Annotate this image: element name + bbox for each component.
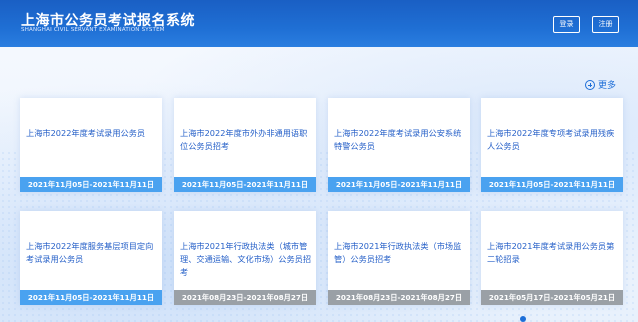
more-link[interactable]: 更多 bbox=[585, 78, 616, 91]
exam-card-date: 2021年11月05日-2021年11月11日 bbox=[174, 177, 316, 192]
exam-card[interactable]: 上海市2021年度考试录用公务员第二轮招录 2021年05月17日-2021年05… bbox=[481, 211, 623, 305]
exam-card[interactable]: 上海市2022年度市外办非通用语职位公务员招考 2021年11月05日-2021年… bbox=[174, 98, 316, 192]
exam-card-date: 2021年11月05日-2021年11月11日 bbox=[481, 177, 623, 192]
exam-card[interactable]: 上海市2021年行政执法类（城市管理、交通运输、文化市场）公务员招考 2021年0… bbox=[174, 211, 316, 305]
exam-card-title[interactable]: 上海市2022年度服务基层项目定向考试录用公务员 bbox=[26, 240, 158, 266]
exam-card-title[interactable]: 上海市2021年行政执法类（城市管理、交通运输、文化市场）公务员招考 bbox=[180, 240, 312, 279]
exam-card-title[interactable]: 上海市2022年度考试录用公安系统特警公务员 bbox=[334, 127, 466, 153]
exam-card-date: 2021年11月05日-2021年11月11日 bbox=[328, 177, 470, 192]
login-button[interactable]: 登录 bbox=[553, 16, 580, 33]
exam-card[interactable]: 上海市2022年度考试录用公安系统特警公务员 2021年11月05日-2021年1… bbox=[328, 98, 470, 192]
exam-card-title[interactable]: 上海市2022年度市外办非通用语职位公务员招考 bbox=[180, 127, 312, 153]
exam-card-title[interactable]: 上海市2021年行政执法类（市场监管）公务员招考 bbox=[334, 240, 466, 266]
plus-circle-icon bbox=[585, 79, 595, 90]
exam-card-title[interactable]: 上海市2021年度考试录用公务员第二轮招录 bbox=[487, 240, 619, 266]
more-label: 更多 bbox=[598, 81, 617, 91]
exam-card-date: 2021年05月17日-2021年05月21日 bbox=[481, 290, 623, 305]
site-subtitle: SHANGHAI CIVIL SERVANT EXAMINATION SYSTE… bbox=[21, 27, 165, 33]
exam-card-date: 2021年11月05日-2021年11月11日 bbox=[20, 177, 162, 192]
register-button[interactable]: 注册 bbox=[592, 16, 619, 33]
decorative-dot bbox=[520, 316, 526, 322]
exam-card[interactable]: 上海市2021年行政执法类（市场监管）公务员招考 2021年08月23日-2021… bbox=[328, 211, 470, 305]
exam-card-title[interactable]: 上海市2022年度考试录用公务员 bbox=[26, 127, 158, 140]
exam-card-date: 2021年08月23日-2021年08月27日 bbox=[174, 290, 316, 305]
exam-card[interactable]: 上海市2022年度服务基层项目定向考试录用公务员 2021年11月05日-2021… bbox=[20, 211, 162, 305]
top-header: 上海市公务员考试报名系统 SHANGHAI CIVIL SERVANT EXAM… bbox=[0, 0, 638, 47]
exam-card[interactable]: 上海市2022年度考试录用公务员 2021年11月05日-2021年11月11日 bbox=[20, 98, 162, 192]
exam-card-date: 2021年11月05日-2021年11月11日 bbox=[20, 290, 162, 305]
exam-card[interactable]: 上海市2022年度专项考试录用残疾人公务员 2021年11月05日-2021年11… bbox=[481, 98, 623, 192]
exam-card-date: 2021年08月23日-2021年08月27日 bbox=[328, 290, 470, 305]
exam-card-title[interactable]: 上海市2022年度专项考试录用残疾人公务员 bbox=[487, 127, 619, 153]
